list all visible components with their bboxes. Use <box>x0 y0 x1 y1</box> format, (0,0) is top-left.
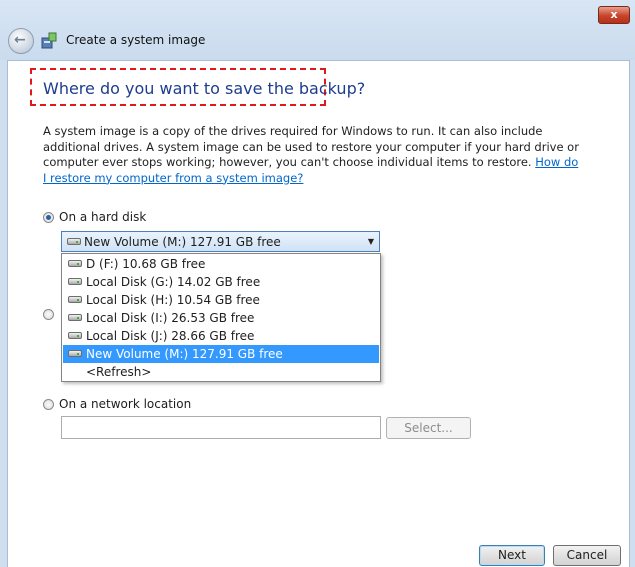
dropdown-item[interactable]: Local Disk (H:) 10.54 GB free <box>63 291 379 309</box>
hard-disk-label[interactable]: On a hard disk <box>59 210 146 224</box>
network-radio[interactable] <box>43 399 54 410</box>
cancel-button[interactable]: Cancel <box>553 545 621 566</box>
back-arrow-icon: ← <box>14 32 26 48</box>
dropdown-item-label: Local Disk (J:) 28.66 GB free <box>86 329 255 343</box>
dropdown-item[interactable]: Local Disk (J:) 28.66 GB free <box>63 327 379 345</box>
drive-combo-value: New Volume (M:) 127.91 GB free <box>84 235 281 249</box>
dropdown-item-label: D (F:) 10.68 GB free <box>86 257 206 271</box>
close-icon: x <box>610 8 618 21</box>
drive-combo[interactable]: New Volume (M:) 127.91 GB free ▼ <box>61 231 380 252</box>
drive-icon <box>68 296 82 303</box>
dropdown-item-refresh[interactable]: <Refresh> <box>63 363 379 381</box>
drive-icon <box>68 260 82 267</box>
drive-icon <box>68 314 82 321</box>
description-text: A system image is a copy of the drives r… <box>43 124 579 169</box>
dropdown-item-selected[interactable]: New Volume (M:) 127.91 GB free <box>63 345 379 363</box>
dropdown-item-label: <Refresh> <box>86 365 152 379</box>
dropdown-item-label: Local Disk (G:) 14.02 GB free <box>86 275 261 289</box>
network-label[interactable]: On a network location <box>59 397 191 411</box>
page-title: Where do you want to save the backup? <box>43 79 366 98</box>
dropdown-item[interactable]: Local Disk (I:) 26.53 GB free <box>63 309 379 327</box>
next-button[interactable]: Next <box>479 545 545 566</box>
drive-dropdown-list: D (F:) 10.68 GB free Local Disk (G:) 14.… <box>61 253 381 382</box>
back-button[interactable]: ← <box>8 28 34 54</box>
chevron-down-icon: ▼ <box>367 237 374 246</box>
close-button[interactable]: x <box>598 6 630 24</box>
dvd-radio[interactable] <box>43 309 54 320</box>
hard-disk-radio[interactable] <box>43 212 54 223</box>
network-location-input[interactable] <box>61 416 381 439</box>
drive-icon <box>67 238 81 245</box>
dropdown-item-label: Local Disk (I:) 26.53 GB free <box>86 311 255 325</box>
description: A system image is a copy of the drives r… <box>43 124 583 186</box>
dropdown-item-label: Local Disk (H:) 10.54 GB free <box>86 293 260 307</box>
dropdown-item[interactable]: D (F:) 10.68 GB free <box>63 255 379 273</box>
dropdown-item-label: New Volume (M:) 127.91 GB free <box>86 347 283 361</box>
window-title: Create a system image <box>66 33 206 47</box>
drive-icon <box>68 332 82 339</box>
drive-icon <box>68 350 82 357</box>
select-button[interactable]: Select... <box>386 417 471 439</box>
dropdown-item[interactable]: Local Disk (G:) 14.02 GB free <box>63 273 379 291</box>
backup-app-icon <box>41 32 57 49</box>
drive-icon <box>68 278 82 285</box>
title-bar <box>0 0 635 60</box>
